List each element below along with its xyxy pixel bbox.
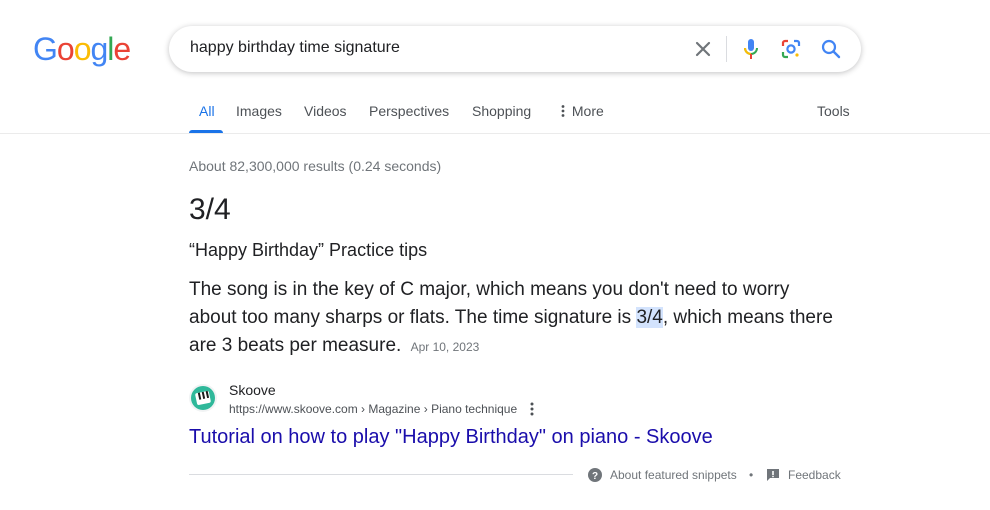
clear-icon[interactable] (691, 37, 715, 61)
tab-shopping[interactable]: Shopping (472, 103, 531, 119)
logo-letter: o (73, 31, 92, 67)
featured-answer: 3/4 (189, 193, 231, 226)
feedback-icon (767, 469, 779, 481)
search-tabs: All Images Videos Perspectives Shopping … (0, 103, 990, 133)
microphone-icon[interactable] (739, 37, 763, 61)
search-box[interactable]: happy birthday time signature (169, 26, 861, 72)
snippet-footer-divider (189, 474, 573, 475)
tab-all[interactable]: All (199, 103, 215, 119)
logo-letter: o (56, 31, 75, 67)
snippet-highlight: 3/4 (636, 307, 663, 328)
result-stats: About 82,300,000 results (0.24 seconds) (189, 158, 442, 174)
result-title-link[interactable]: Tutorial on how to play "Happy Birthday"… (189, 426, 713, 449)
search-divider (726, 36, 727, 62)
source-url[interactable]: https://www.skoove.com › Magazine › Pian… (229, 402, 517, 416)
tab-videos[interactable]: Videos (304, 103, 347, 119)
tab-more-label: More (571, 103, 604, 119)
tab-more[interactable]: More (558, 103, 604, 119)
snippet-date: Apr 10, 2023 (410, 340, 480, 354)
featured-subheading: “Happy Birthday” Practice tips (189, 240, 428, 260)
source-name[interactable]: Skoove (229, 382, 276, 398)
svg-text:?: ? (592, 471, 598, 482)
google-logo[interactable]: Google (33, 31, 131, 67)
tab-images[interactable]: Images (236, 103, 282, 119)
logo-letter: e (113, 31, 131, 67)
feedback-button[interactable]: Feedback (766, 468, 841, 482)
footer-separator: • (749, 468, 754, 482)
search-input[interactable]: happy birthday time signature (190, 39, 400, 57)
about-featured-snippets[interactable]: ? About featured snippets (588, 468, 737, 482)
logo-letter: G (33, 31, 58, 67)
featured-snippet-text: The song is in the key of C major, which… (189, 276, 839, 361)
camera-lens-icon[interactable] (779, 37, 803, 61)
tools-button[interactable]: Tools (817, 103, 850, 119)
about-featured-snippets-label: About featured snippets (610, 468, 737, 482)
logo-letter: g (90, 31, 108, 67)
skoove-favicon[interactable] (189, 384, 217, 412)
search-icon[interactable] (819, 37, 843, 61)
more-vert-icon (561, 105, 565, 117)
more-options-icon[interactable] (527, 401, 537, 417)
tab-perspectives[interactable]: Perspectives (369, 103, 449, 119)
help-icon: ? (588, 468, 602, 482)
header-divider (0, 133, 990, 134)
feedback-label: Feedback (788, 468, 841, 482)
